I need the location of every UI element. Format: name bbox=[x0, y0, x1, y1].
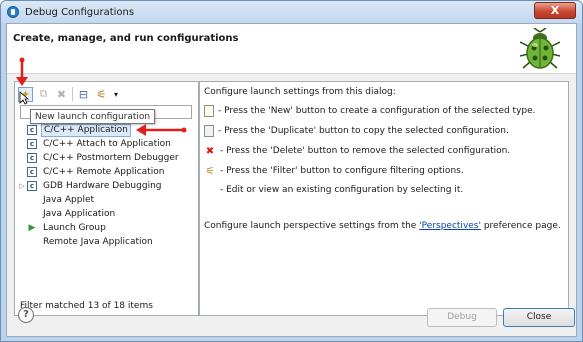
window-close-button[interactable]: X bbox=[534, 2, 576, 19]
tree-item-cpp-postmortem[interactable]: c C/C++ Postmortem Debugger bbox=[15, 151, 198, 165]
play-icon: ▶ bbox=[28, 223, 36, 233]
info-edit-text: - Edit or view an existing configuration… bbox=[220, 185, 464, 195]
mouse-cursor-icon bbox=[19, 91, 29, 105]
window-title: Debug Configurations bbox=[25, 6, 135, 18]
tree-item-remote-java[interactable]: Remote Java Application bbox=[15, 235, 198, 249]
info-new-text: - Press the 'New' button to create a con… bbox=[218, 106, 536, 116]
tree-item-cpp-remote[interactable]: c C/C++ Remote Application bbox=[15, 165, 198, 179]
info-new-line: - Press the 'New' button to create a con… bbox=[204, 105, 536, 117]
info-duplicate-text: - Press the 'Duplicate' button to copy t… bbox=[218, 126, 509, 136]
config-toolbar: ✦ ⧉ ✖ ⊟ ⚟ ▾ bbox=[18, 85, 120, 103]
help-icon[interactable]: ? bbox=[18, 307, 34, 323]
perspective-suffix: preference page. bbox=[480, 221, 561, 231]
info-intro-text: Configure launch settings from this dial… bbox=[204, 87, 396, 97]
expand-arrow-icon[interactable]: ▷ bbox=[17, 182, 27, 190]
filter-config-icon: ⚟ bbox=[205, 165, 215, 177]
info-filter-line: ⚟ - Press the 'Filter' button to configu… bbox=[204, 165, 464, 177]
annotation-arrow-left-icon bbox=[136, 124, 187, 136]
config-type-tree: c C/C++ Application c C/C++ Attach to Ap… bbox=[15, 123, 198, 249]
title-bar: Debug Configurations X bbox=[1, 1, 582, 23]
config-info-panel: Configure launch settings from this dial… bbox=[199, 81, 569, 316]
perspective-prefix: Configure launch perspective settings fr… bbox=[204, 221, 420, 231]
info-edit-line: - Edit or view an existing configuration… bbox=[220, 185, 463, 195]
toolbar-separator bbox=[72, 87, 73, 101]
info-delete-line: ✖ - Press the 'Delete' button to remove … bbox=[204, 145, 510, 157]
cpp-config-icon: c bbox=[27, 139, 37, 149]
debug-app-icon bbox=[7, 6, 19, 18]
tree-item-label: C/C++ Remote Application bbox=[43, 167, 165, 177]
annotation-arrow-down-icon bbox=[16, 57, 28, 86]
collapse-all-icon[interactable]: ⊟ bbox=[76, 87, 91, 102]
close-button[interactable]: Close bbox=[503, 308, 575, 327]
tree-item-label: GDB Hardware Debugging bbox=[43, 181, 162, 191]
delete-config-icon: ✖ bbox=[205, 145, 215, 157]
filter-icon[interactable]: ⚟ bbox=[94, 87, 109, 102]
debug-configurations-window: Debug Configurations X Create, manage, a… bbox=[0, 0, 583, 342]
info-intro: Configure launch settings from this dial… bbox=[204, 87, 396, 97]
perspectives-link[interactable]: 'Perspectives' bbox=[419, 221, 481, 231]
tree-item-launch-group[interactable]: ▶ Launch Group bbox=[15, 221, 198, 235]
tree-item-cpp-attach[interactable]: c C/C++ Attach to Application bbox=[15, 137, 198, 151]
tree-item-label: C/C++ Postmortem Debugger bbox=[43, 153, 179, 163]
new-config-icon bbox=[204, 105, 214, 117]
tree-item-java-application[interactable]: Java Application bbox=[15, 207, 198, 221]
tree-item-label: Java Applet bbox=[43, 195, 95, 205]
new-config-tooltip: New launch configuration bbox=[30, 109, 156, 124]
tree-item-label: Launch Group bbox=[43, 223, 106, 233]
dialog-client-area: Create, manage, and run configurations ✦… bbox=[6, 23, 577, 337]
tree-item-gdb-hardware[interactable]: ▷ c GDB Hardware Debugging bbox=[15, 179, 198, 193]
bug-icon bbox=[520, 28, 560, 69]
dialog-header: Create, manage, and run configurations bbox=[7, 24, 576, 74]
tree-item-label: Remote Java Application bbox=[43, 237, 153, 247]
info-duplicate-line: - Press the 'Duplicate' button to copy t… bbox=[204, 125, 509, 137]
cpp-config-icon: c bbox=[27, 125, 37, 135]
filter-status-text: Filter matched 13 of 18 items bbox=[20, 301, 153, 311]
tree-item-label: C/C++ Attach to Application bbox=[43, 139, 171, 149]
cpp-config-icon: c bbox=[27, 167, 37, 177]
tree-item-label: Java Application bbox=[43, 209, 116, 219]
debug-button[interactable]: Debug bbox=[427, 308, 497, 327]
info-delete-text: - Press the 'Delete' button to remove th… bbox=[220, 146, 511, 156]
launch-config-tree-panel: ✦ ⧉ ✖ ⊟ ⚟ ▾ New launch configuration c C… bbox=[14, 81, 199, 316]
cpp-config-icon: c bbox=[27, 181, 37, 191]
duplicate-config-icon bbox=[204, 125, 214, 137]
header-title: Create, manage, and run configurations bbox=[13, 33, 239, 44]
duplicate-icon[interactable]: ⧉ bbox=[36, 87, 51, 102]
chevron-down-icon[interactable]: ▾ bbox=[112, 87, 120, 102]
cpp-config-icon: c bbox=[27, 153, 37, 163]
tree-item-java-applet[interactable]: Java Applet bbox=[15, 193, 198, 207]
info-filter-text: - Press the 'Filter' button to configure… bbox=[220, 166, 464, 176]
delete-icon[interactable]: ✖ bbox=[54, 87, 69, 102]
tree-item-label: C/C++ Application bbox=[41, 123, 131, 137]
info-perspective-line: Configure launch perspective settings fr… bbox=[204, 221, 561, 231]
